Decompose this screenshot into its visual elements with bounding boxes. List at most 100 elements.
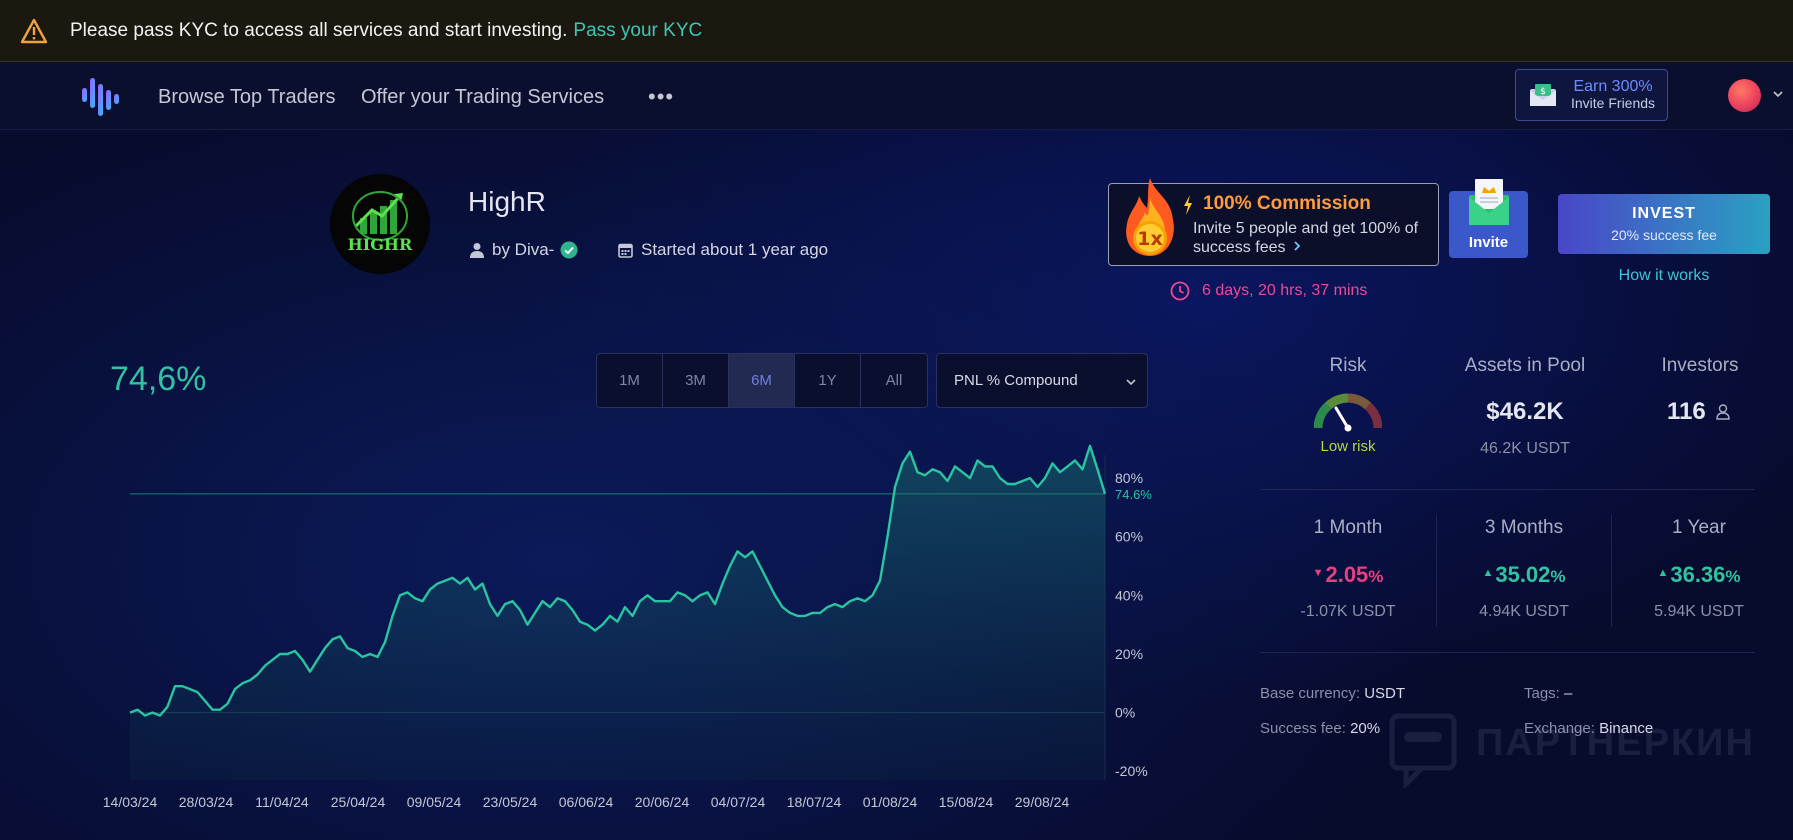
success-fee-value: 20% [1350,720,1381,737]
y-tick-label: 40% [1115,587,1143,603]
y-tick-label: 60% [1115,529,1143,545]
risk-gauge-icon [1314,393,1382,432]
metric-select-value: PNL % Compound [954,372,1078,389]
return-3m-value: ▲35.02% [1437,562,1611,588]
chevron-right-icon [1294,241,1301,251]
money-envelope-icon: $ [1530,84,1556,106]
user-icon [1716,404,1730,420]
return-3m-number: 35.02 [1495,562,1551,587]
investors-count: 116 [1667,398,1730,426]
x-tick-label: 25/04/24 [331,794,386,810]
watermark-logo-icon [1389,713,1457,791]
return-1y-sub: 5.94K USDT [1654,603,1744,620]
how-it-works-link[interactable]: How it works [1558,267,1770,285]
promo-description: Invite 5 people and get 100% of success … [1193,219,1433,257]
metric-select[interactable]: PNL % Compound [936,353,1148,408]
trader-started: Started about 1 year ago [618,240,828,260]
stats-divider [1260,489,1755,490]
fire-multiplier-icon: 1x [1126,178,1174,256]
percent-sign: % [1368,567,1384,586]
assets-pool-label: Assets in Pool [1464,355,1586,376]
arrow-up-icon: ▲ [1657,567,1669,579]
return-1m-number: 2.05 [1325,562,1369,587]
author-name[interactable]: by Diva- [492,240,554,260]
base-currency-value: USDT [1364,685,1406,702]
y-tick-label: 20% [1115,646,1143,662]
promo-description-text: Invite 5 people and get 100% of success … [1193,220,1419,256]
risk-value: Low risk [1320,438,1376,455]
invite-label: Invite [1468,234,1509,251]
chevron-down-icon[interactable] [1772,88,1784,100]
tags-info: Tags: – [1524,685,1572,702]
watermark-text: ПАРТНЕРКИН [1476,722,1755,764]
invite-envelope-icon [1469,179,1509,225]
return-1m-value: ▼2.05% [1260,562,1436,588]
pnl-chart: 80% 60% 40% 20% 0% -20% 74.6% 14/03/24 28/03/24… [103,444,1152,810]
return-1y-value: ▲36.36% [1612,562,1786,588]
watermark: ПАРТНЕРКИН [1388,712,1753,791]
x-tick-label: 01/08/24 [863,794,918,810]
user-icon [470,243,484,258]
period-all[interactable]: All [861,354,927,407]
investors-value: 116 [1667,398,1706,425]
x-tick-label: 28/03/24 [179,794,234,810]
nav-offer-trading-services[interactable]: Offer your Trading Services [361,86,604,109]
assets-pool-sub: 46.2K USDT [1480,440,1570,457]
tags-label: Tags: [1524,685,1560,702]
earn-subtitle: Invite Friends [1571,95,1656,111]
trader-name: HighR [468,186,546,217]
top-nav: Browse Top Traders Offer your Trading Se… [0,62,1793,130]
period-1m[interactable]: 1M [597,354,663,407]
commission-promo[interactable]: 1x 100% Commission Invite 5 people and g… [1108,178,1439,266]
investors-label: Investors [1661,355,1739,376]
user-avatar[interactable] [1728,79,1761,112]
trader-author[interactable]: by Diva- [470,240,586,260]
promo-timer: 6 days, 20 hrs, 37 mins [1170,281,1367,301]
invest-fee: 20% success fee [1611,227,1717,243]
invest-label: INVEST [1632,205,1696,222]
lightning-icon [1184,195,1192,215]
clock-icon [1170,281,1190,301]
kyc-message: Please pass KYC to access all services a… [70,19,568,41]
period-1y[interactable]: 1Y [795,354,861,407]
pass-kyc-link[interactable]: Pass your KYC [573,20,702,42]
period-6m[interactable]: 6M [729,354,795,407]
period-selector: 1M 3M 6M 1Y All [596,353,928,408]
return-1m-sub: -1.07K USDT [1300,603,1396,620]
trader-logo: HIGHR [330,174,430,274]
assets-pool-value: $46.2K [1486,398,1564,425]
x-tick-label: 20/06/24 [635,794,690,810]
started-text: Started about 1 year ago [641,240,829,259]
timer-text: 6 days, 20 hrs, 37 mins [1202,282,1368,299]
arrow-down-icon: ▼ [1312,567,1324,579]
warning-icon [20,18,48,43]
app-logo-icon[interactable] [82,76,124,116]
y-tick-label: -20% [1115,763,1148,779]
earn-invite-friends-button[interactable]: $ Earn 300% Invite Friends [1515,69,1668,121]
multiplier-badge: 1x [1137,228,1162,250]
percent-sign: % [1550,567,1566,586]
x-tick-label: 09/05/24 [407,794,462,810]
arrow-up-icon: ▲ [1482,567,1494,579]
return-1y-label: 1 Year [1672,517,1726,538]
chevron-down-icon [1126,379,1136,386]
invest-button[interactable]: INVEST 20% success fee [1558,194,1770,254]
invite-button[interactable]: Invite [1449,179,1528,258]
stats-divider [1260,652,1755,653]
nav-browse-top-traders[interactable]: Browse Top Traders [158,86,336,109]
more-menu-icon[interactable]: ••• [648,84,674,110]
pnl-area [130,445,1105,780]
return-3m-label: 3 Months [1484,517,1564,538]
pnl-headline: 74,6% [110,360,207,398]
success-fee-info: Success fee: 20% [1260,720,1380,737]
tags-value: – [1564,685,1573,702]
trader-logo-text: HIGHR [348,235,413,254]
x-tick-label: 23/05/24 [483,794,538,810]
base-currency-info: Base currency: USDT [1260,685,1405,702]
period-3m[interactable]: 3M [663,354,729,407]
calendar-icon [618,243,633,258]
svg-text:$: $ [1540,87,1546,97]
return-3m-sub: 4.94K USDT [1479,603,1569,620]
return-1y-number: 36.36 [1670,562,1726,587]
return-1m-label: 1 Month [1313,517,1383,538]
